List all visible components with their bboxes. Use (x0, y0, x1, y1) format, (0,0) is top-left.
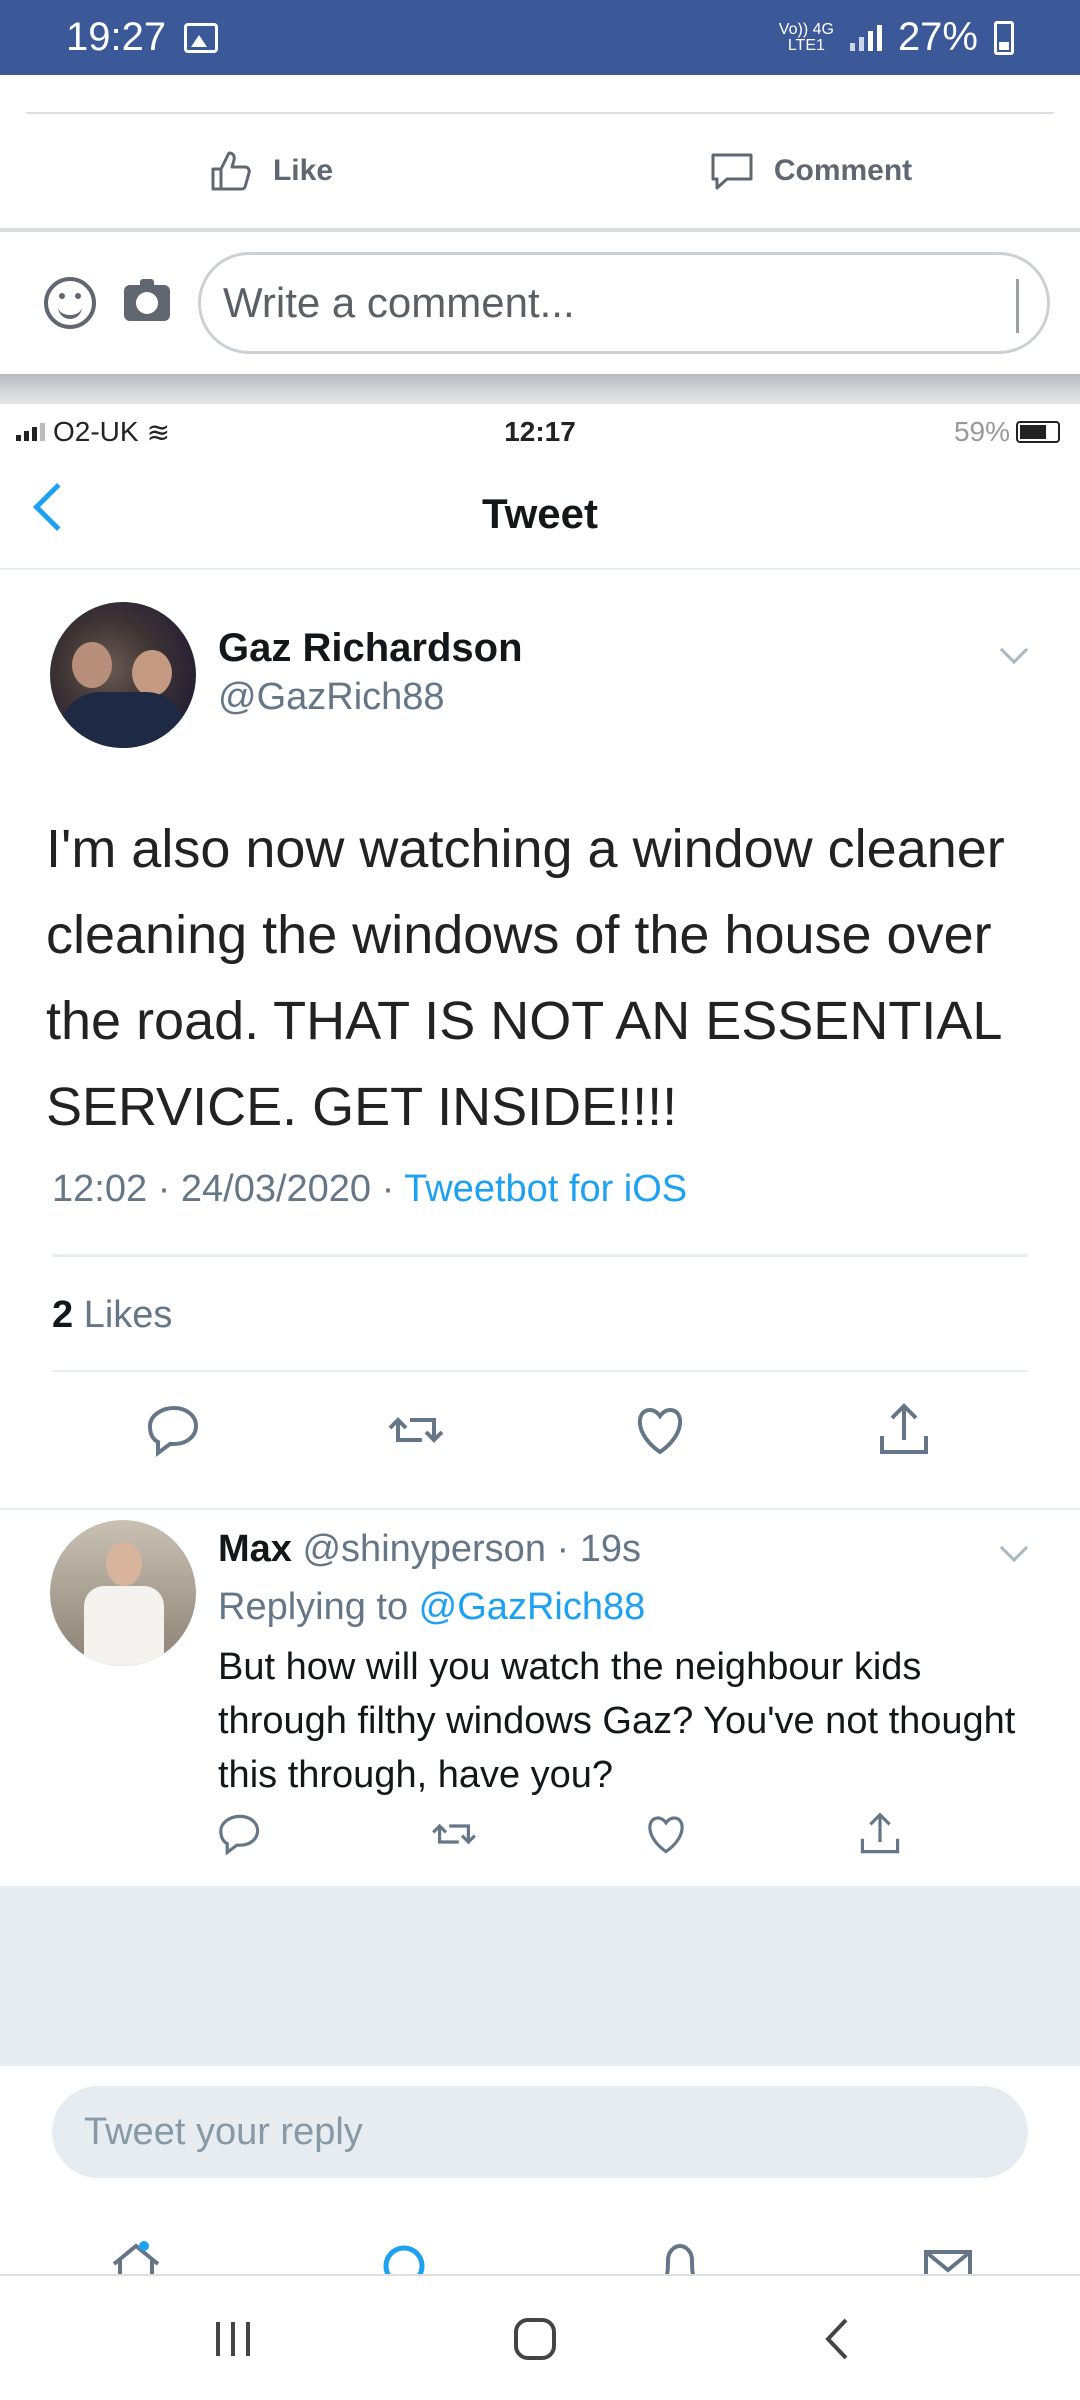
share-icon (860, 1812, 900, 1854)
gallery-icon (184, 22, 219, 53)
likes-count: 2 Likes (52, 1294, 172, 1337)
comment-button[interactable]: Comment (540, 114, 1080, 228)
likes-label: Likes (73, 1294, 173, 1336)
posted-screenshot[interactable]: O2-UK ≋ 12:17 59% Tweet Gaz Richardson @… (0, 404, 1080, 2274)
ios-battery-group: 59% (954, 416, 1060, 448)
retweet-icon (388, 1417, 444, 1443)
network-indicator: Vo)) 4G LTE1 (778, 20, 834, 54)
status-right-group: Vo)) 4G LTE1 27% (779, 15, 1014, 60)
tweet-timestamp: 12:02 · 24/03/2020 · (52, 1168, 405, 1210)
retweet-icon (432, 1823, 476, 1845)
android-nav-bar (0, 2274, 1080, 2400)
recent-apps-icon[interactable] (208, 2314, 258, 2364)
like-label: Like (272, 154, 334, 187)
post-actions: Like Comment (0, 114, 1080, 228)
page-title: Tweet (482, 490, 598, 537)
divider-shadow (0, 374, 1080, 404)
avatar (50, 602, 196, 748)
emoji-icon[interactable] (44, 277, 96, 329)
bell-icon (665, 2243, 695, 2274)
ios-time: 12:17 (504, 416, 576, 447)
chevron-down-icon (999, 1533, 1029, 1563)
tweet-reply-input: Tweet your reply (52, 2086, 1028, 2178)
battery-percent: 27% (897, 15, 978, 59)
search-icon (383, 2245, 425, 2274)
tweet-source: Tweetbot for iOS (404, 1168, 688, 1210)
camera-icon[interactable] (124, 279, 170, 321)
replying-to-handle: @GazRich88 (418, 1586, 646, 1628)
comment-label: Comment (773, 154, 913, 187)
home-icon (112, 2241, 160, 2274)
battery-icon (994, 20, 1014, 55)
ios-status-bar: O2-UK ≋ 12:17 59% (0, 404, 1080, 460)
thumbs-up-icon (211, 151, 251, 191)
reply-actions (0, 1810, 1080, 1870)
heart-icon (637, 1407, 683, 1455)
heart-icon (648, 1816, 684, 1854)
back-button-icon[interactable] (814, 2314, 864, 2364)
divider (52, 1254, 1028, 1257)
author-name: Gaz Richardson (218, 626, 523, 670)
likes-number: 2 (52, 1294, 74, 1336)
reply-author-line: Max @shinyperson · 19s (218, 1528, 641, 1571)
divider (0, 1508, 1080, 1510)
avatar (50, 1520, 196, 1666)
replying-prefix: Replying to (218, 1586, 419, 1628)
reply-icon (219, 1814, 260, 1856)
share-icon (880, 1403, 928, 1454)
reply-placeholder: Tweet your reply (84, 2110, 363, 2153)
network-lte: LTE1 (787, 36, 825, 54)
tweet-header: Tweet (0, 460, 1080, 570)
comment-icon (711, 153, 753, 190)
author-handle: @GazRich88 (218, 676, 445, 718)
status-time: 19:27 (66, 15, 167, 59)
twitter-tab-bar (0, 2214, 1080, 2274)
android-status-bar: 19:27 Vo)) 4G LTE1 27% (0, 0, 1080, 75)
comment-input[interactable]: Write a comment... (198, 252, 1050, 354)
divider (52, 1370, 1028, 1372)
ios-battery-percent: 59% (953, 416, 1010, 447)
replying-to-line: Replying to @GazRich88 (218, 1586, 645, 1629)
text-cursor (1016, 279, 1019, 333)
mail-icon (924, 2250, 972, 2274)
tweet-actions (0, 1400, 1080, 1480)
comment-composer: Write a comment... (0, 232, 1080, 374)
home-button-icon[interactable] (510, 2314, 560, 2364)
reply-handle-time: @shinyperson · 19s (291, 1528, 641, 1570)
reply-icon (147, 1405, 199, 1457)
chevron-down-icon (999, 635, 1029, 665)
network-type: Vo)) 4G (778, 20, 834, 38)
empty-area (0, 1886, 1080, 2066)
battery-icon (1016, 421, 1060, 443)
reply-text: But how will you watch the neighbour kid… (218, 1646, 1016, 1796)
signal-icon (849, 24, 882, 51)
reply-author-name: Max (218, 1528, 292, 1570)
tweet-meta: 12:02 · 24/03/2020 · Tweetbot for iOS (52, 1168, 687, 1211)
comment-placeholder: Write a comment... (223, 279, 575, 326)
tweet-text: I'm also now watching a window cleaner c… (46, 819, 1005, 1137)
like-button[interactable]: Like (0, 114, 540, 228)
